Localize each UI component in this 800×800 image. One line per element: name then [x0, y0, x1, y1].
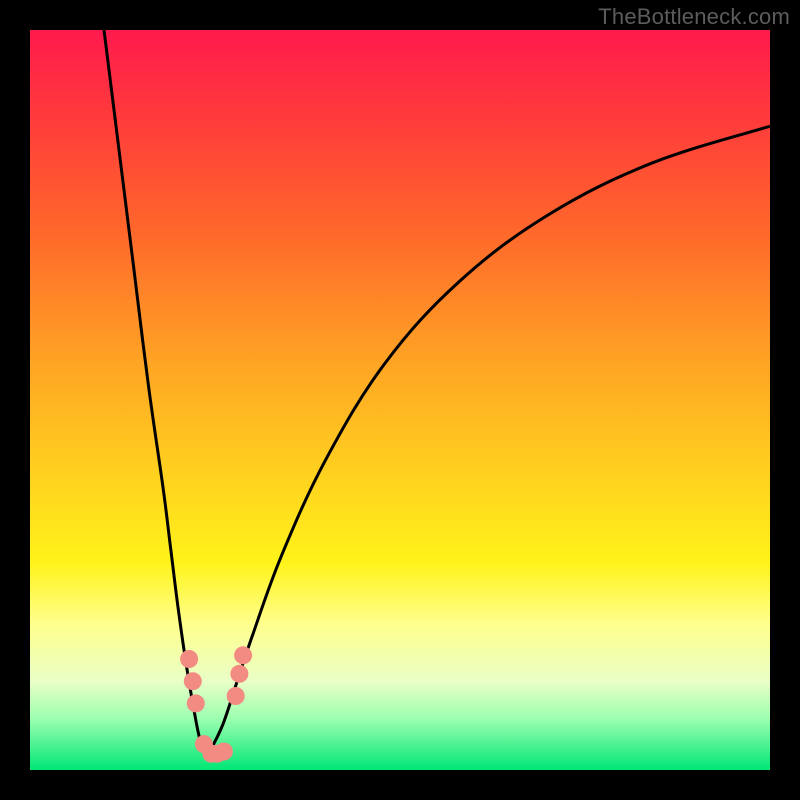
- data-marker: [230, 665, 248, 683]
- marker-group: [180, 646, 252, 762]
- data-marker: [227, 687, 245, 705]
- data-marker: [184, 672, 202, 690]
- chart-frame: TheBottleneck.com: [0, 0, 800, 800]
- curves-svg: [30, 30, 770, 770]
- data-marker: [187, 694, 205, 712]
- left-branch-curve: [104, 30, 208, 755]
- right-branch-curve: [208, 126, 770, 755]
- curve-group: [104, 30, 770, 755]
- watermark-text: TheBottleneck.com: [598, 4, 790, 30]
- data-marker: [180, 650, 198, 668]
- plot-area: [30, 30, 770, 770]
- data-marker: [215, 743, 233, 761]
- data-marker: [234, 646, 252, 664]
